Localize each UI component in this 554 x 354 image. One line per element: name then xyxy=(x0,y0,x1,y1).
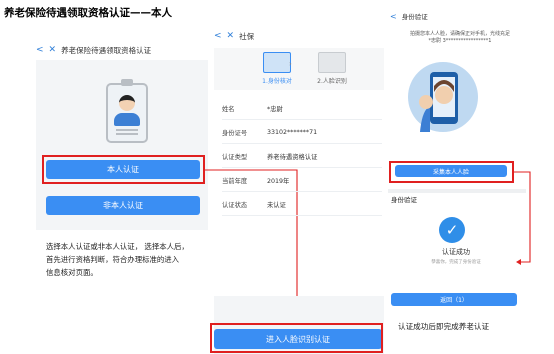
info-row-year: 当前年度 2019年 xyxy=(222,169,382,192)
panel3-header-title: 身份验证 xyxy=(401,13,428,21)
info-key: 当前年度 xyxy=(222,177,248,185)
close-icon[interactable]: ✕ xyxy=(227,31,235,41)
highlight-box-collect xyxy=(389,161,514,183)
info-value: 未认证 xyxy=(267,201,286,209)
info-value: *忠尉 xyxy=(267,105,283,113)
info-row-id: 身份证号 33102*******71 xyxy=(222,121,382,144)
info-row-type: 认证类型 养老待遇资格认证 xyxy=(222,145,382,168)
capture-tip: 拍摄您本人人脸，请确保正对手机，光线充足 *忠尉 3**************… xyxy=(395,31,525,45)
step-face-recognition: 2.人脸识别 xyxy=(302,52,362,85)
panel3-caption: 认证成功后即完成养老认证 xyxy=(398,322,490,331)
step-identity-check: 1.身份核对 xyxy=(247,52,307,85)
info-key: 认证状态 xyxy=(222,201,248,209)
info-value: 33102*******71 xyxy=(267,128,318,136)
panel2-header: < ✕ 社保 xyxy=(214,28,384,44)
section-divider xyxy=(388,189,526,193)
face-scan-icon xyxy=(318,52,346,73)
info-value: 2019年 xyxy=(267,177,290,185)
check-icon: ✓ xyxy=(439,217,465,243)
capture-tip-id: *忠尉 3*****************1 xyxy=(428,38,492,44)
section-title: 身份验证 xyxy=(391,196,417,204)
face-scan-icon xyxy=(419,72,458,132)
success-subtext: 恭喜你，完成了身份验证 xyxy=(431,260,481,265)
info-key: 姓名 xyxy=(222,105,235,113)
id-card-icon xyxy=(263,52,291,73)
back-button[interactable]: 返回（1） xyxy=(391,293,517,306)
panel2-header-title: 社保 xyxy=(239,31,255,41)
info-row-status: 认证状态 未认证 xyxy=(222,193,382,216)
info-key: 认证类型 xyxy=(222,153,248,161)
back-arrow-icon[interactable]: < xyxy=(390,12,397,21)
step-label: 2.人脸识别 xyxy=(317,78,347,85)
panel3-header: < 身份验证 xyxy=(390,9,530,23)
info-key: 身份证号 xyxy=(222,129,248,137)
back-arrow-icon[interactable]: < xyxy=(214,31,222,41)
highlight-box-face xyxy=(210,323,383,353)
success-text: 认证成功 xyxy=(442,248,470,256)
info-value: 养老待遇资格认证 xyxy=(267,153,318,161)
capture-tip-line: 拍摄您本人人脸，请确保正对手机，光线充足 xyxy=(409,31,510,37)
chevron-right-icon: › xyxy=(289,60,292,68)
step-label: 1.身份核对 xyxy=(262,78,292,85)
info-row-name: 姓名 *忠尉 xyxy=(222,97,382,120)
